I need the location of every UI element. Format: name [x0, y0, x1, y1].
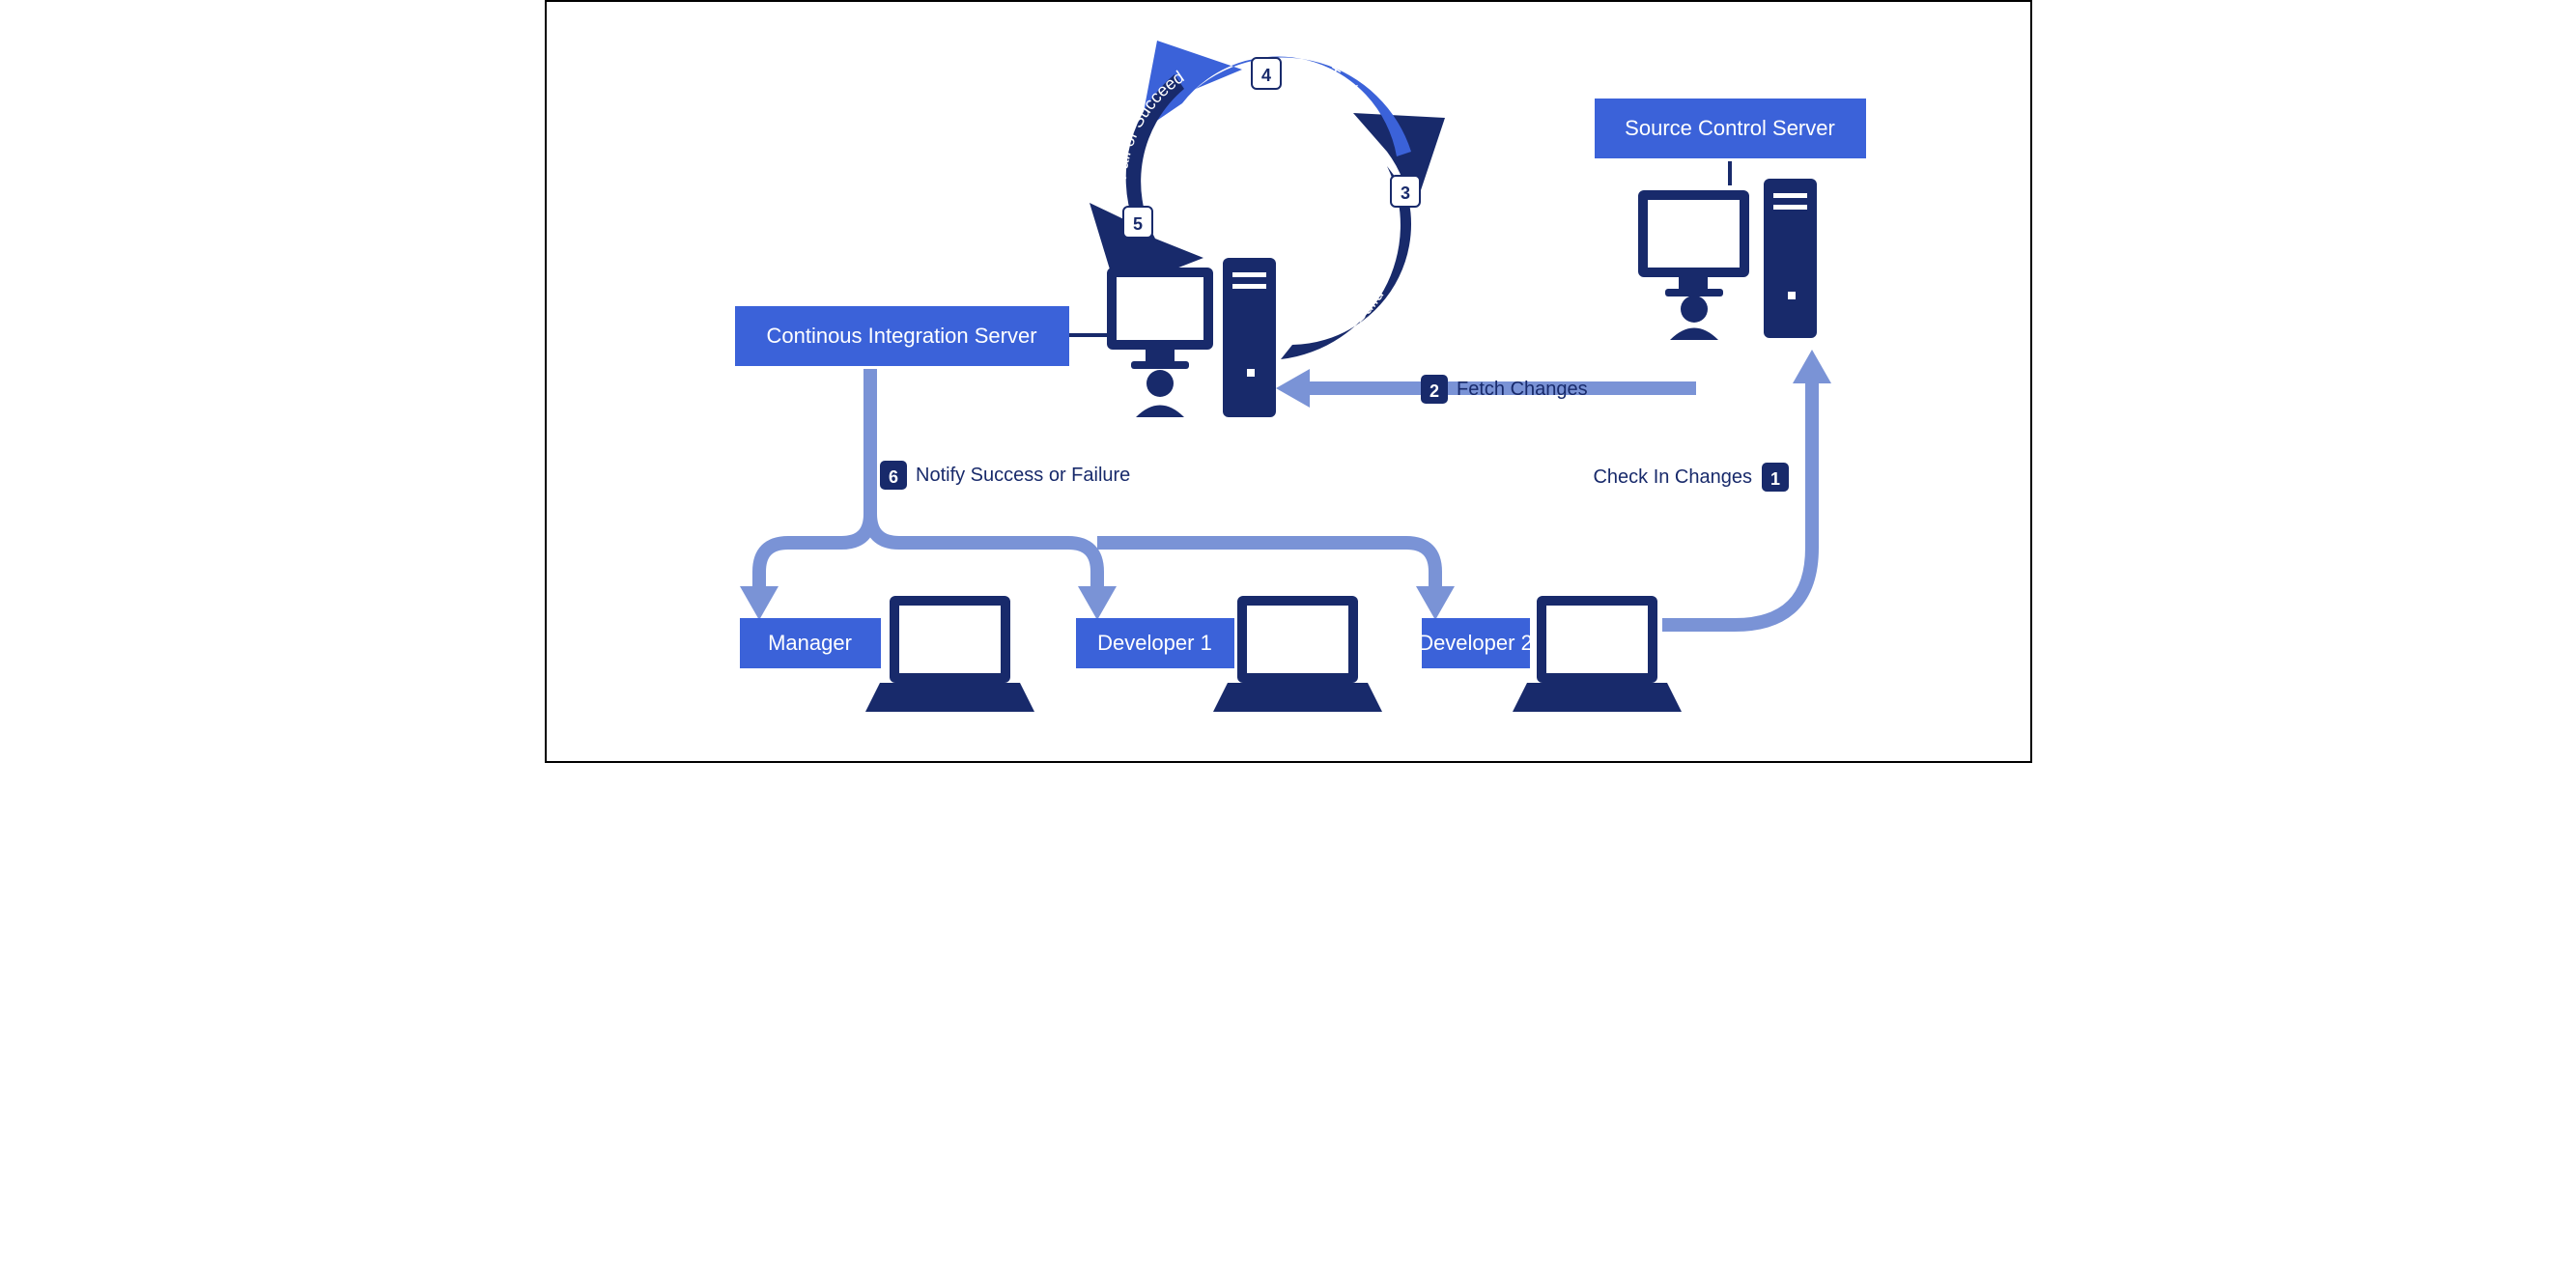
cycle-build-num: 3 [1400, 183, 1409, 203]
dev1-label: Developer 1 [1097, 631, 1212, 656]
ci-server-label: Continous Integration Server [766, 324, 1036, 349]
cycle-result-num: 5 [1132, 214, 1142, 234]
manager-box: Manager [740, 618, 881, 668]
source-control-box: Source Control Server [1595, 99, 1866, 158]
dev1-box: Developer 1 [1076, 618, 1234, 668]
source-control-label: Source Control Server [1625, 116, 1835, 141]
ci-server-icon [1107, 258, 1276, 417]
svg-text:Test: Test [1323, 63, 1361, 98]
flow-checkin-label: Check In Changes [1593, 466, 1752, 488]
dev2-box: Developer 2 [1422, 618, 1530, 668]
flow-fetch-label: Fetch Changes [1457, 379, 1588, 400]
laptop-manager-icon [865, 596, 1034, 712]
ci-server-box: Continous Integration Server [735, 306, 1069, 366]
diagram-frame: 3 4 5 Build Test Fail or Succeed [545, 0, 2032, 763]
manager-label: Manager [768, 631, 852, 656]
cycle-build-label: Build [1348, 286, 1387, 326]
flow-checkin-num: 1 [1769, 469, 1779, 489]
laptop-dev2-icon [1513, 596, 1682, 712]
dev2-label: Developer 2 [1418, 631, 1533, 656]
svg-text:Build: Build [1348, 286, 1387, 326]
source-control-icon [1638, 179, 1817, 340]
laptop-dev1-icon [1213, 596, 1382, 712]
flow-fetch-num: 2 [1429, 381, 1438, 401]
cycle-test-label: Test [1323, 63, 1361, 98]
flow-notify-num: 6 [888, 467, 897, 487]
flow-notify-label: Notify Success or Failure [916, 465, 1130, 486]
cycle-test-num: 4 [1260, 66, 1270, 85]
